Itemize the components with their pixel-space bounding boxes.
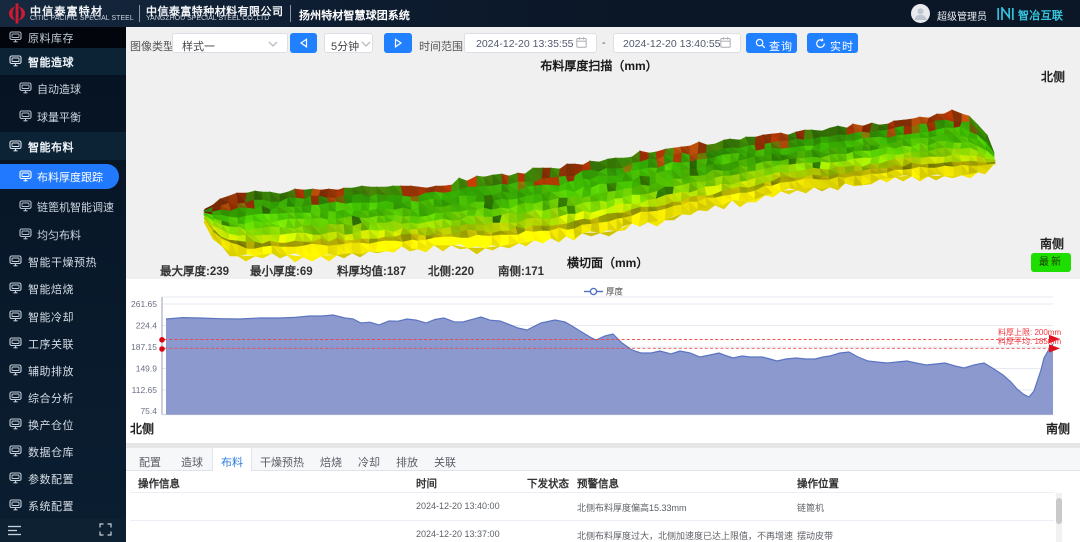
svg-text:187.15: 187.15 bbox=[131, 342, 157, 352]
svg-text:224.4: 224.4 bbox=[136, 321, 158, 331]
svg-text:厚度: 厚度 bbox=[606, 287, 624, 297]
svg-text:112.65: 112.65 bbox=[132, 385, 158, 395]
svg-text:75.4: 75.4 bbox=[140, 406, 157, 416]
svg-text:261.65: 261.65 bbox=[131, 299, 157, 309]
svg-text:料厚平均: 185mm: 料厚平均: 185mm bbox=[998, 336, 1061, 346]
svg-text:149.9: 149.9 bbox=[136, 364, 158, 374]
svg-text:料厚上限: 200mm: 料厚上限: 200mm bbox=[998, 327, 1061, 337]
